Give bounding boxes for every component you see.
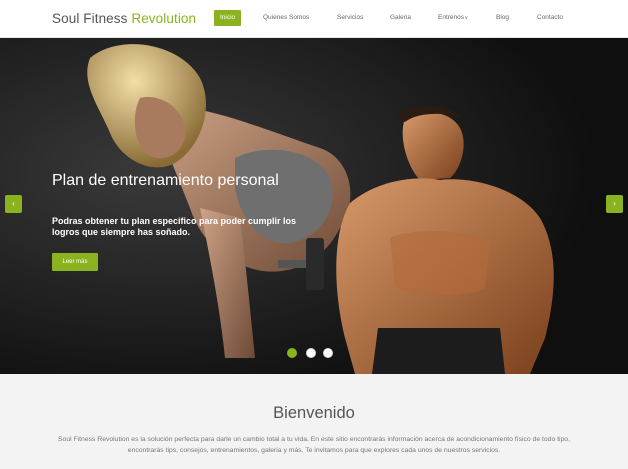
nav-item-galeria[interactable]: Galeria bbox=[390, 10, 411, 26]
site-header: Soul Fitness Revolution Inicio Quienes S… bbox=[0, 0, 628, 38]
main-nav: Inicio Quienes Somos Servicios Galeria E… bbox=[0, 10, 628, 26]
hero-slider: Plan de entrenamiento personal Podras ob… bbox=[0, 38, 628, 374]
nav-item-inicio[interactable]: Inicio bbox=[214, 10, 242, 26]
chevron-left-icon: ‹ bbox=[12, 199, 15, 208]
slider-dot-1[interactable] bbox=[287, 348, 297, 358]
read-more-button[interactable]: Leer más bbox=[52, 253, 98, 271]
chevron-right-icon: › bbox=[613, 199, 616, 208]
nav-item-entrenos-label: Entrenos bbox=[438, 14, 465, 21]
welcome-section: Bienvenido Soul Fitness Revolution es la… bbox=[0, 374, 628, 469]
slider-pagination bbox=[287, 348, 347, 358]
slider-next-button[interactable]: › bbox=[606, 195, 623, 213]
slider-prev-button[interactable]: ‹ bbox=[5, 195, 22, 213]
welcome-title: Bienvenido bbox=[273, 404, 355, 422]
hero-background-image bbox=[0, 38, 628, 374]
chevron-down-icon: v bbox=[465, 15, 468, 21]
nav-item-blog[interactable]: Blog bbox=[496, 10, 509, 26]
nav-item-contacto[interactable]: Contacto bbox=[537, 10, 563, 26]
hero-title: Plan de entrenamiento personal bbox=[52, 172, 279, 189]
hero-subtitle: Podras obtener tu plan especifico para p… bbox=[52, 216, 297, 237]
nav-item-entrenos[interactable]: Entrenosv bbox=[438, 10, 468, 26]
slider-dot-3[interactable] bbox=[323, 348, 333, 358]
slider-dot-2[interactable] bbox=[306, 348, 316, 358]
nav-item-quienes-somos[interactable]: Quienes Somos bbox=[263, 10, 309, 26]
welcome-text: Soul Fitness Revolution es la solución p… bbox=[58, 436, 570, 454]
nav-item-servicios[interactable]: Servicios bbox=[337, 10, 363, 26]
